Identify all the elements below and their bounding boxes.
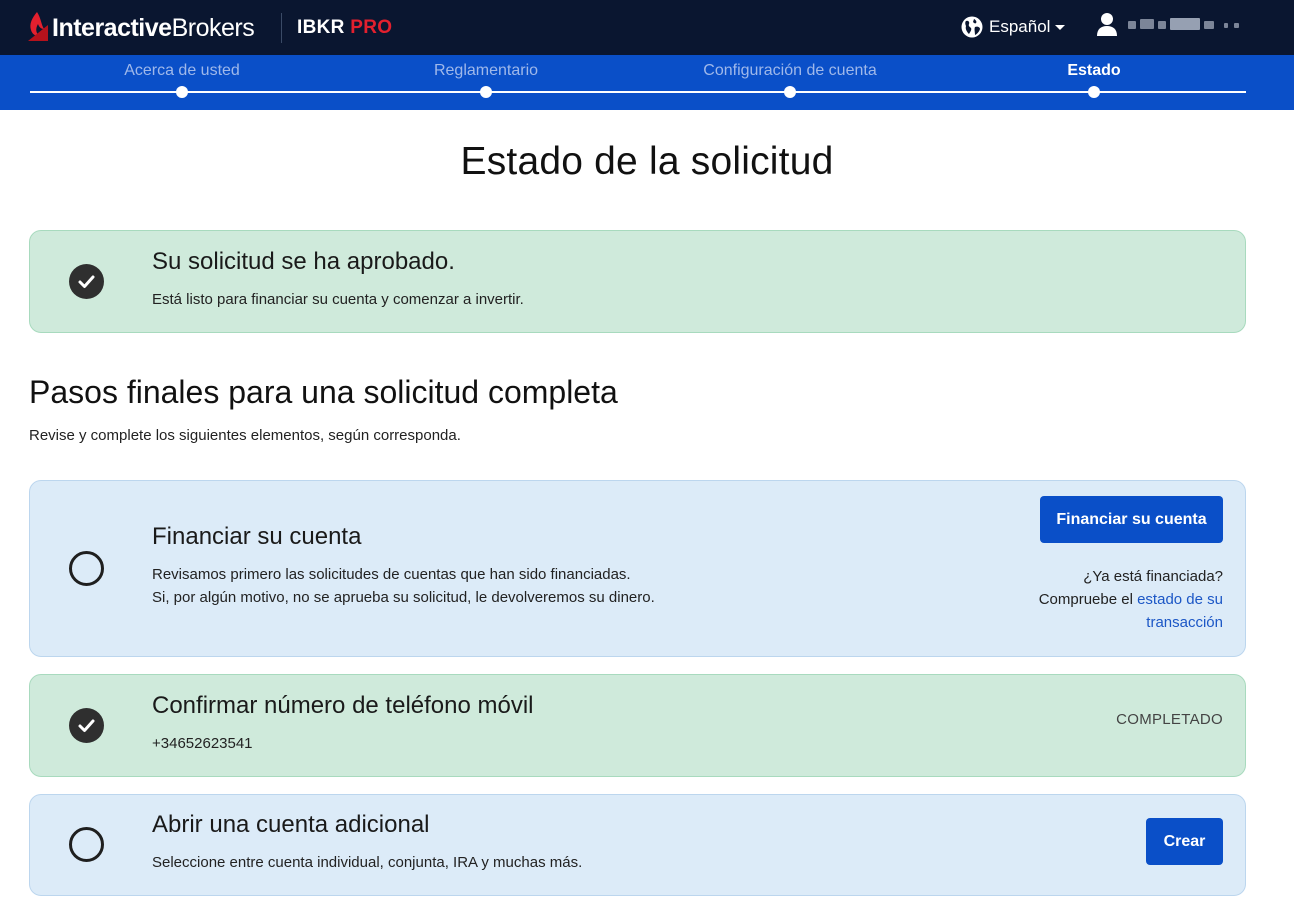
language-label: Español	[989, 17, 1051, 36]
step-acerca-de-usted[interactable]: Acerca de usted	[32, 55, 332, 98]
step-label: Configuración de cuenta	[703, 62, 877, 79]
fund-description-line: Revisamos primero las solicitudes de cue…	[152, 566, 631, 583]
fund-account-card: Financiar su cuenta Revisamos primero la…	[29, 480, 1246, 657]
username-redacted	[1128, 16, 1240, 34]
fund-account-description: Revisamos primero las solicitudes de cue…	[152, 563, 655, 609]
step-label: Acerca de usted	[124, 62, 240, 79]
step-dot	[480, 86, 492, 98]
empty-circle-icon	[69, 827, 104, 862]
check-circle-icon	[69, 708, 104, 743]
confirm-phone-title: Confirmar número de teléfono móvil	[152, 692, 534, 719]
approval-description: Está listo para financiar su cuenta y co…	[152, 291, 524, 308]
fund-account-button[interactable]: Financiar su cuenta	[1040, 496, 1223, 543]
check-transaction-line: Compruebe el estado de su	[1038, 591, 1223, 608]
approval-title: Su solicitud se ha aprobado.	[152, 248, 455, 275]
progress-stepper: Acerca de usted Reglamentario Configurac…	[0, 55, 1294, 110]
additional-account-card: Abrir una cuenta adicional Seleccione en…	[29, 794, 1246, 896]
brand-logo[interactable]: InteractiveBrokers	[28, 10, 255, 46]
confirm-phone-card: Confirmar número de teléfono móvil +3465…	[29, 674, 1246, 777]
ib-flame-logo-icon	[28, 11, 48, 45]
additional-account-description: Seleccione entre cuenta individual, conj…	[152, 854, 583, 871]
check-circle-icon	[69, 264, 104, 299]
final-steps-title: Pasos finales para una solicitud complet…	[29, 374, 618, 410]
approval-card: Su solicitud se ha aprobado. Está listo …	[29, 230, 1246, 333]
create-account-button[interactable]: Crear	[1146, 818, 1223, 865]
step-label: Estado	[1067, 62, 1121, 79]
user-menu[interactable]	[1096, 12, 1240, 38]
fund-account-title: Financiar su cuenta	[152, 523, 362, 550]
globe-icon	[961, 16, 983, 38]
phone-number: +34652623541	[152, 735, 253, 752]
top-navbar: InteractiveBrokers IBKR PRO Español	[0, 0, 1294, 55]
language-selector[interactable]: Español	[961, 14, 1066, 40]
already-funded-note: ¿Ya está financiada? Compruebe el estado…	[1039, 565, 1223, 634]
step-configuracion-de-cuenta[interactable]: Configuración de cuenta	[640, 55, 940, 98]
additional-account-title: Abrir una cuenta adicional	[152, 811, 430, 838]
fund-description-line: Si, por algún motivo, no se aprueba su s…	[152, 589, 655, 606]
transaction-status-link[interactable]: estado de su	[1137, 591, 1223, 608]
user-icon	[1097, 13, 1117, 36]
already-funded-question: ¿Ya está financiada?	[1083, 568, 1223, 585]
step-reglamentario[interactable]: Reglamentario	[336, 55, 636, 98]
brand-divider	[281, 13, 282, 43]
empty-circle-icon	[69, 551, 104, 586]
step-dot	[784, 86, 796, 98]
status-completed: COMPLETADO	[1116, 711, 1223, 728]
step-estado[interactable]: Estado	[944, 55, 1244, 98]
stepper-line	[30, 91, 1246, 93]
page-title: Estado de la solicitud	[460, 140, 834, 183]
step-dot	[1088, 86, 1100, 98]
product-tier: PRO	[350, 17, 393, 38]
final-steps-subtitle: Revise y complete los siguientes element…	[29, 427, 461, 444]
product-name: IBKR PRO	[297, 17, 393, 38]
step-label: Reglamentario	[433, 62, 539, 79]
transaction-status-link-cont[interactable]: transacción	[1039, 611, 1223, 634]
brand-name: InteractiveBrokers	[52, 13, 255, 42]
step-dot	[176, 86, 188, 98]
caret-down-icon	[1055, 25, 1066, 30]
